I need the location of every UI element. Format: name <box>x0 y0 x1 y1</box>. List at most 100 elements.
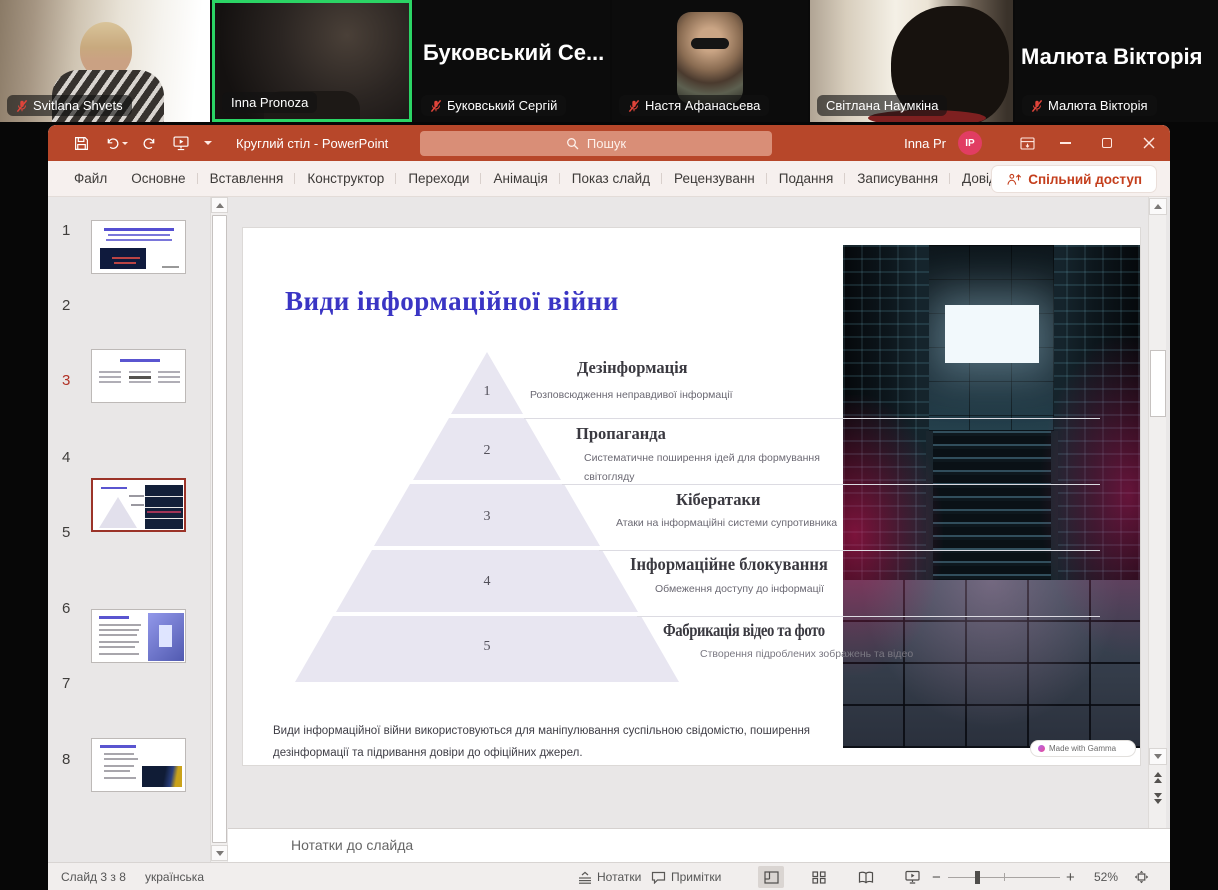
pyramid-number-5: 5 <box>484 639 491 655</box>
slide-number: 4 <box>62 449 80 466</box>
slide-thumbnail-4[interactable] <box>91 609 186 663</box>
slide-editor: Види інформаційної війни 1 2 3 4 5 <box>228 197 1148 828</box>
tab-slideshow[interactable]: Показ слайд <box>560 166 662 191</box>
participant-tile-maliuta[interactable]: Малюта Вікторія Малюта Вікторія <box>1015 0 1218 122</box>
editor-scrollbar[interactable] <box>1148 197 1166 828</box>
zoom-out-button[interactable]: − <box>932 863 941 890</box>
share-button[interactable]: Спільний доступ <box>992 166 1156 192</box>
tab-view[interactable]: Подання <box>767 166 846 191</box>
notes-toggle[interactable]: Нотатки <box>578 863 641 890</box>
scrollbar-thumb[interactable] <box>1150 350 1166 417</box>
document-title: Круглий стіл - PowerPoint <box>236 136 388 151</box>
tab-insert[interactable]: Вставлення <box>198 166 296 191</box>
slide-number: 6 <box>62 600 80 617</box>
maximize-button[interactable] <box>1086 125 1128 161</box>
level-1-heading[interactable]: Дезінформація <box>577 358 688 378</box>
zoom-level[interactable]: 52% <box>1094 863 1118 890</box>
status-bar: Слайд 3 з 8 українська Нотатки Примітки <box>48 862 1170 890</box>
normal-view-button[interactable] <box>758 866 784 888</box>
level-2-heading[interactable]: Пропаганда <box>576 424 666 444</box>
comments-icon <box>651 871 666 884</box>
participant-tile-naumkina[interactable]: Світлана Наумкіна <box>810 0 1013 122</box>
fit-slide-to-window-button[interactable] <box>1128 866 1154 888</box>
slideshow-view-button[interactable] <box>899 866 925 888</box>
scroll-up-arrow[interactable] <box>211 197 228 213</box>
comments-toggle[interactable]: Примітки <box>651 863 721 890</box>
previous-slide-button[interactable] <box>1149 769 1167 786</box>
slide-thumbnail-2[interactable] <box>91 349 186 403</box>
save-icon[interactable] <box>74 136 89 151</box>
pyramid-number-4: 4 <box>484 574 491 590</box>
tab-design[interactable]: Конструктор <box>295 166 396 191</box>
participant-tile-inna-pronoza[interactable]: Inna Pronoza <box>212 0 412 122</box>
participant-tile-nastia[interactable]: Настя Афанасьева <box>612 0 808 122</box>
slide-sorter-view-button[interactable] <box>806 866 832 888</box>
zoom-in-button[interactable]: + <box>1066 863 1075 890</box>
slide-footer-text[interactable]: Види інформаційної війни використовуютьс… <box>273 720 858 765</box>
participant-name: Малюта Вікторія <box>1048 98 1148 113</box>
redo-icon[interactable] <box>143 136 158 150</box>
scroll-up-arrow[interactable] <box>1149 198 1167 215</box>
participant-tile-bukovskyi[interactable]: Буковський Се... Буковський Сергій <box>414 0 610 122</box>
level-4-heading[interactable]: Інформаційне блокування <box>630 554 828 575</box>
red-light-glow <box>843 395 943 675</box>
ceiling-light <box>945 305 1039 363</box>
tab-animations[interactable]: Анімація <box>481 166 559 191</box>
level-2-desc[interactable]: Систематичне поширення ідей для формуван… <box>584 449 832 488</box>
reading-view-button[interactable] <box>853 866 879 888</box>
level-5-desc[interactable]: Створення підроблених зображень та відео <box>700 648 913 660</box>
tab-home[interactable]: Основне <box>119 166 197 191</box>
account-name: Inna Pr <box>904 136 946 151</box>
participant-name: Буковський Сергій <box>447 98 557 113</box>
participant-nameplate: Настя Афанасьева <box>619 95 769 116</box>
slide-number: 5 <box>62 524 80 541</box>
slide-thumbnail-3-selected[interactable] <box>91 478 186 532</box>
tab-record[interactable]: Записування <box>845 166 950 191</box>
mic-muted-icon <box>430 100 442 112</box>
participant-name: Світлана Наумкіна <box>826 98 938 113</box>
close-button[interactable] <box>1128 125 1170 161</box>
slide-thumbnail-1[interactable] <box>91 220 186 274</box>
zoom-slider-thumb[interactable] <box>975 871 980 884</box>
powerpoint-window: Круглий стіл - PowerPoint Пошук Inna Pr … <box>48 125 1170 890</box>
slide-title[interactable]: Види інформаційної війни <box>285 286 619 317</box>
participant-tile-svitlana-shvets[interactable]: Svitlana Shvets <box>0 0 210 122</box>
server-room-image[interactable] <box>843 245 1140 748</box>
account-avatar[interactable]: IP <box>958 131 982 155</box>
participant-big-name: Буковський Се... <box>423 40 604 66</box>
level-4-desc[interactable]: Обмеження доступу до інформації <box>655 583 824 595</box>
scroll-down-arrow[interactable] <box>211 845 228 861</box>
start-slideshow-icon[interactable] <box>173 136 189 151</box>
ribbon-display-options-icon[interactable] <box>1010 125 1044 161</box>
participant-big-name: Малюта Вікторія <box>1021 44 1203 70</box>
level-3-heading[interactable]: Кібератаки <box>676 490 760 510</box>
share-icon <box>1006 173 1021 186</box>
tab-file[interactable]: Файл <box>62 166 119 191</box>
panel-scrollbar[interactable] <box>210 197 227 862</box>
pyramid-number-1: 1 <box>484 384 491 400</box>
minimize-button[interactable] <box>1044 125 1086 161</box>
scrollbar-thumb[interactable] <box>212 215 227 843</box>
level-3-desc[interactable]: Атаки на інформаційні системи супротивни… <box>616 517 837 529</box>
tab-review[interactable]: Рецензуванн <box>662 166 767 191</box>
ribbon-tabs: Файл Основне Вставлення Конструктор Пере… <box>48 161 1170 197</box>
undo-icon[interactable] <box>104 136 128 150</box>
slide-number: 1 <box>62 222 80 239</box>
customize-qat-icon[interactable] <box>204 141 212 145</box>
next-slide-button[interactable] <box>1149 790 1167 807</box>
slide-canvas[interactable]: Види інформаційної війни 1 2 3 4 5 <box>243 228 1140 765</box>
avatar <box>677 12 743 104</box>
search-input[interactable]: Пошук <box>420 131 772 156</box>
quick-access-toolbar <box>74 136 212 151</box>
level-5-heading[interactable]: Фабрикація відео та фото <box>663 620 825 641</box>
notes-placeholder[interactable]: Нотатки до слайда <box>291 837 413 853</box>
scroll-down-arrow[interactable] <box>1149 748 1167 765</box>
participant-name: Inna Pronoza <box>231 95 308 110</box>
made-with-gamma-badge[interactable]: Made with Gamma <box>1030 740 1136 757</box>
tab-transitions[interactable]: Переходи <box>396 166 481 191</box>
notes-pane[interactable]: Нотатки до слайда <box>228 828 1170 862</box>
slide-thumbnail-5[interactable] <box>91 738 186 792</box>
level-1-desc[interactable]: Розповсюдження неправдивої інформації <box>530 389 733 401</box>
language-indicator[interactable]: українська <box>145 863 204 890</box>
slide-number-selected: 3 <box>62 372 80 389</box>
